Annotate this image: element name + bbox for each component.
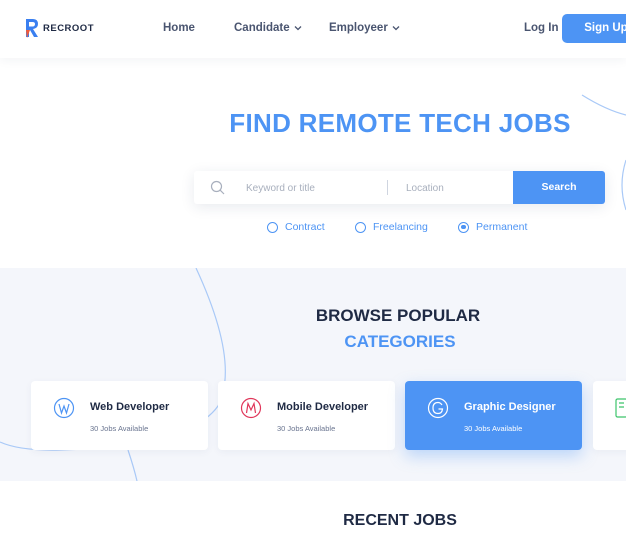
recent-jobs-title: RECENT JOBS [343, 512, 457, 529]
radio-selected-icon [458, 221, 469, 233]
category-title: Web Developer [90, 401, 170, 413]
chevron-down-icon [294, 26, 302, 31]
job-type-freelancing-radio[interactable]: Freelancing [355, 221, 428, 233]
page: RECROOT Home Candidate Employeer Log In … [0, 0, 626, 536]
category-job-count: 30 Jobs Available [90, 424, 149, 433]
category-title: Graphic Designer [464, 401, 556, 413]
login-link[interactable]: Log In [524, 22, 559, 34]
brand-logo[interactable]: RECROOT [24, 17, 94, 39]
job-type-permanent-radio[interactable]: Permanent [458, 221, 527, 233]
keyword-input[interactable] [246, 179, 376, 197]
nav-employer-dropdown[interactable]: Employeer [329, 22, 400, 34]
search-icon [210, 180, 225, 195]
mobile-developer-icon [240, 397, 262, 419]
radio-circle-icon [355, 221, 366, 233]
graphic-designer-icon [427, 397, 449, 419]
search-divider [387, 180, 388, 195]
category-card-web-developer[interactable]: Web Developer 30 Jobs Available [31, 381, 208, 450]
nav-home-label: Home [163, 22, 195, 34]
search-button[interactable]: Search [513, 171, 605, 204]
recroot-logo-icon [26, 19, 38, 38]
category-card-mobile-developer[interactable]: Mobile Developer 30 Jobs Available [218, 381, 395, 450]
job-type-label: Freelancing [373, 221, 428, 233]
chevron-down-icon [392, 26, 400, 31]
nav-candidate-dropdown[interactable]: Candidate [234, 22, 302, 34]
top-navigation: RECROOT Home Candidate Employeer Log In … [0, 0, 626, 58]
category-icon [615, 398, 626, 418]
categories-section: BROWSE POPULAR CATEGORIES Web Developer … [0, 268, 626, 481]
category-card-partial[interactable] [593, 381, 626, 450]
job-type-contract-radio[interactable]: Contract [267, 221, 325, 233]
category-job-count: 30 Jobs Available [277, 424, 336, 433]
category-card-graphic-designer[interactable]: Graphic Designer 30 Jobs Available [405, 381, 582, 450]
hero-title: FIND REMOTE TECH JOBS [229, 108, 571, 138]
category-job-count: 30 Jobs Available [464, 424, 523, 433]
brand-name: RECROOT [43, 22, 94, 34]
categories-subtitle: CATEGORIES [344, 332, 456, 351]
radio-circle-icon [267, 221, 278, 233]
category-title: Mobile Developer [277, 401, 369, 413]
job-search-bar: Search [194, 171, 605, 204]
nav-employer-label: Employeer [329, 22, 388, 34]
nav-candidate-label: Candidate [234, 22, 290, 34]
nav-home-link[interactable]: Home [163, 22, 195, 34]
job-type-label: Permanent [476, 221, 528, 233]
categories-title: BROWSE POPULAR [315, 306, 481, 325]
location-input[interactable] [406, 179, 506, 197]
signup-button[interactable]: Sign Up [562, 14, 626, 43]
web-developer-icon [53, 397, 75, 419]
job-type-label: Contract [285, 221, 325, 233]
